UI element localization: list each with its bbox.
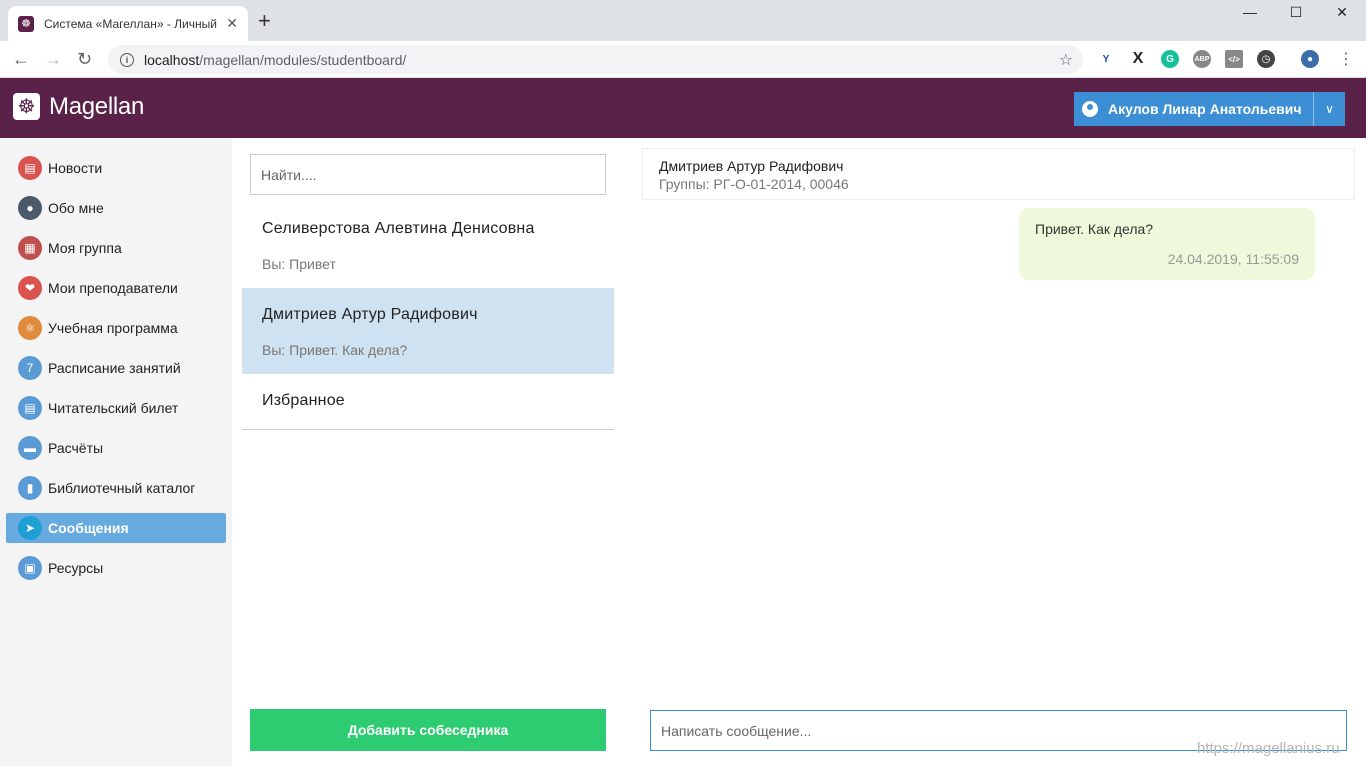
browser-tab[interactable]: ☸ Система «Магеллан» - Личный ✕ <box>8 6 248 41</box>
url-host: localhost <box>144 51 200 68</box>
back-icon[interactable]: ← <box>12 49 30 70</box>
window-close-icon[interactable]: ✕ <box>1322 4 1362 21</box>
new-tab-button[interactable]: + <box>258 10 271 32</box>
sidebar-item-atom[interactable]: ⚛ Учебная программа <box>6 313 226 343</box>
newspaper-icon: ▤ <box>18 156 42 180</box>
url-path: /magellan/modules/studentboard/ <box>199 51 407 68</box>
magellan-favicon-icon: ☸ <box>18 15 34 32</box>
message-text: Привет. Как дела? <box>1035 221 1154 237</box>
conversation-divider <box>242 429 614 430</box>
paper-plane-icon: ➤ <box>18 516 42 540</box>
sidebar-item-label: Моя группа <box>48 240 122 256</box>
ship-wheel-logo-icon[interactable]: ☸ <box>13 93 40 120</box>
credit-card-icon: ▬ <box>18 436 42 460</box>
tab-close-icon[interactable]: ✕ <box>226 15 238 32</box>
conversation-item[interactable]: Селиверстова Алевтина Денисовна Вы: Прив… <box>242 206 614 288</box>
books-icon: ▤ <box>18 396 42 420</box>
user-circle-icon <box>1082 101 1098 117</box>
heart-icon: ❤ <box>18 276 42 300</box>
user-profile-icon: ● <box>18 196 42 220</box>
search-input[interactable] <box>250 154 606 195</box>
sidebar-item-label: Библиотечный каталог <box>48 480 196 496</box>
sidebar-item-browser-window[interactable]: ▣ Ресурсы <box>6 553 226 583</box>
sidebar-item-user-profile[interactable]: ● Обо мне <box>6 193 226 223</box>
sidebar-item-paper-plane[interactable]: ➤ Сообщения <box>6 513 226 543</box>
site-info-icon[interactable]: i <box>120 52 134 67</box>
tab-title: Система «Магеллан» - Личный <box>44 16 217 31</box>
maximize-icon[interactable]: ☐ <box>1276 4 1316 21</box>
conversation-last-message: Вы: Привет. Как дела? <box>262 342 408 358</box>
browser-menu-icon[interactable]: ⋮ <box>1338 49 1354 69</box>
contacts-book-icon: ▦ <box>18 236 42 260</box>
sidebar-item-label: Новости <box>48 160 103 176</box>
extension-y-icon[interactable]: Y <box>1097 50 1115 68</box>
address-bar[interactable]: i localhost/magellan/modules/studentboar… <box>108 45 1083 74</box>
sidebar-item-label: Учебная программа <box>48 320 178 336</box>
sidebar-item-book[interactable]: ▮ Библиотечный каталог <box>6 473 226 503</box>
conversation-item-favorites[interactable]: Избранное <box>242 374 614 429</box>
grammarly-icon[interactable]: G <box>1161 50 1179 68</box>
sidebar-item-calendar[interactable]: 7 Расписание занятий <box>6 353 226 383</box>
sidebar-item-label: Ресурсы <box>48 560 104 576</box>
app-header: ☸ Magellan Акулов Линар Анатольевич ∨ <box>0 78 1366 138</box>
profile-avatar-icon[interactable]: ● <box>1301 50 1319 68</box>
browser-toolbar: ← → ↻ i localhost/magellan/modules/stude… <box>0 41 1366 78</box>
minimize-icon[interactable]: — <box>1230 4 1270 20</box>
bookmark-star-icon[interactable]: ☆ <box>1059 50 1073 70</box>
sidebar-item-contacts-book[interactable]: ▦ Моя группа <box>6 233 226 263</box>
book-icon: ▮ <box>18 476 42 500</box>
browser-tab-bar: ☸ Система «Магеллан» - Личный ✕ + — ☐ ✕ <box>0 0 1366 41</box>
logo-text[interactable]: Magellan <box>49 93 144 121</box>
watermark: https://magellanius.ru <box>1197 740 1340 757</box>
forward-icon[interactable]: → <box>44 49 62 70</box>
add-contact-button[interactable]: Добавить собеседника <box>250 709 606 751</box>
chat-contact-groups: Группы: РГ-О-01-2014, 00046 <box>659 176 849 192</box>
sidebar-item-label: Мои преподаватели <box>48 280 178 296</box>
chevron-down-icon[interactable]: ∨ <box>1313 92 1345 126</box>
atom-icon: ⚛ <box>18 316 42 340</box>
sidebar-item-label: Сообщения <box>48 520 129 536</box>
sidebar-item-label: Читательский билет <box>48 400 179 416</box>
sidebar-item-credit-card[interactable]: ▬ Расчёты <box>6 433 226 463</box>
browser-window-icon: ▣ <box>18 556 42 580</box>
adblock-icon[interactable]: ABP <box>1193 50 1211 68</box>
sidebar: ▤ Новости ● Обо мне ▦ Моя группа ❤ Мои преподав… <box>0 138 232 766</box>
message-bubble: Привет. Как дела? 24.04.2019, 11:55:09 <box>1019 208 1315 280</box>
clock-extension-icon[interactable]: ◷ <box>1257 50 1275 68</box>
sidebar-item-label: Расписание занятий <box>48 360 181 376</box>
conversation-last-message: Вы: Привет <box>262 256 336 272</box>
sidebar-item-label: Расчёты <box>48 440 104 456</box>
conversation-name: Избранное <box>262 392 345 409</box>
chat-contact-name: Дмитриев Артур Радифович <box>659 158 844 174</box>
conversation-name: Селиверстова Алевтина Денисовна <box>262 220 535 237</box>
user-name: Акулов Линар Анатольевич <box>1108 101 1302 117</box>
reload-icon[interactable]: ↻ <box>77 49 92 70</box>
conversation-name: Дмитриев Артур Радифович <box>262 306 478 323</box>
sidebar-item-books[interactable]: ▤ Читательский билет <box>6 393 226 423</box>
chat-header: Дмитриев Артур Радифович Группы: РГ-О-01… <box>642 148 1355 200</box>
extension-x-icon[interactable]: X <box>1129 50 1147 68</box>
code-extension-icon[interactable]: </> <box>1225 50 1243 68</box>
sidebar-item-newspaper[interactable]: ▤ Новости <box>6 153 226 183</box>
user-menu-button[interactable]: Акулов Линар Анатольевич ∨ <box>1074 92 1345 126</box>
sidebar-item-label: Обо мне <box>48 200 104 216</box>
conversation-item-active[interactable]: Дмитриев Артур Радифович Вы: Привет. Как… <box>242 288 614 374</box>
calendar-icon: 7 <box>18 356 42 380</box>
sidebar-item-heart[interactable]: ❤ Мои преподаватели <box>6 273 226 303</box>
message-timestamp: 24.04.2019, 11:55:09 <box>1167 251 1299 267</box>
